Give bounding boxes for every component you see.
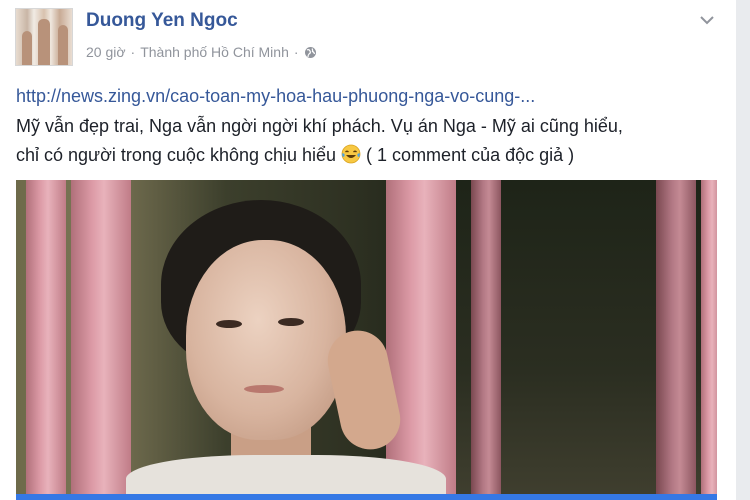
author-name[interactable]: Duong Yen Ngoc [86, 10, 238, 32]
image-pillar [471, 180, 501, 500]
shared-article-link[interactable]: http://news.zing.vn/cao-toan-my-hoa-hau-… [16, 86, 535, 107]
tears-of-joy-emoji-icon [341, 144, 361, 164]
meta-separator: · [130, 44, 136, 60]
post-meta: 20 giờ · Thành phố Hồ Chí Minh · [86, 44, 317, 60]
article-preview-image[interactable] [16, 180, 717, 500]
image-subject-eye [216, 320, 242, 328]
image-subject-eye [278, 318, 304, 326]
image-pillar [656, 180, 696, 500]
page-scroll-gutter [736, 0, 750, 500]
post-caption: Mỹ vẫn đẹp trai, Nga vẫn ngời ngời khí p… [16, 112, 726, 170]
caption-line: Mỹ vẫn đẹp trai, Nga vẫn ngời ngời khí p… [16, 116, 623, 136]
image-pillar [701, 180, 717, 500]
feed-post: Duong Yen Ngoc 20 giờ · Thành phố Hồ Chí… [0, 0, 736, 500]
caption-line: ( 1 comment của độc giả ) [361, 145, 575, 165]
image-subject-face [186, 240, 346, 440]
image-pillar [386, 180, 456, 500]
author-avatar[interactable] [15, 8, 73, 66]
image-pillar [26, 180, 66, 500]
avatar-figure [58, 25, 68, 65]
meta-separator: · [293, 44, 299, 60]
chevron-down-icon[interactable] [700, 12, 714, 25]
image-pillar [71, 180, 131, 500]
image-subject-mouth [244, 385, 284, 393]
link-preview-accent-bar [16, 494, 717, 500]
avatar-figure [22, 31, 32, 65]
caption-line: chỉ có người trong cuộc không chịu hiểu [16, 145, 342, 165]
avatar-figure [38, 19, 50, 65]
post-location[interactable]: Thành phố Hồ Chí Minh [140, 44, 289, 60]
post-timestamp[interactable]: 20 giờ [86, 44, 126, 60]
globe-icon[interactable] [304, 46, 317, 59]
